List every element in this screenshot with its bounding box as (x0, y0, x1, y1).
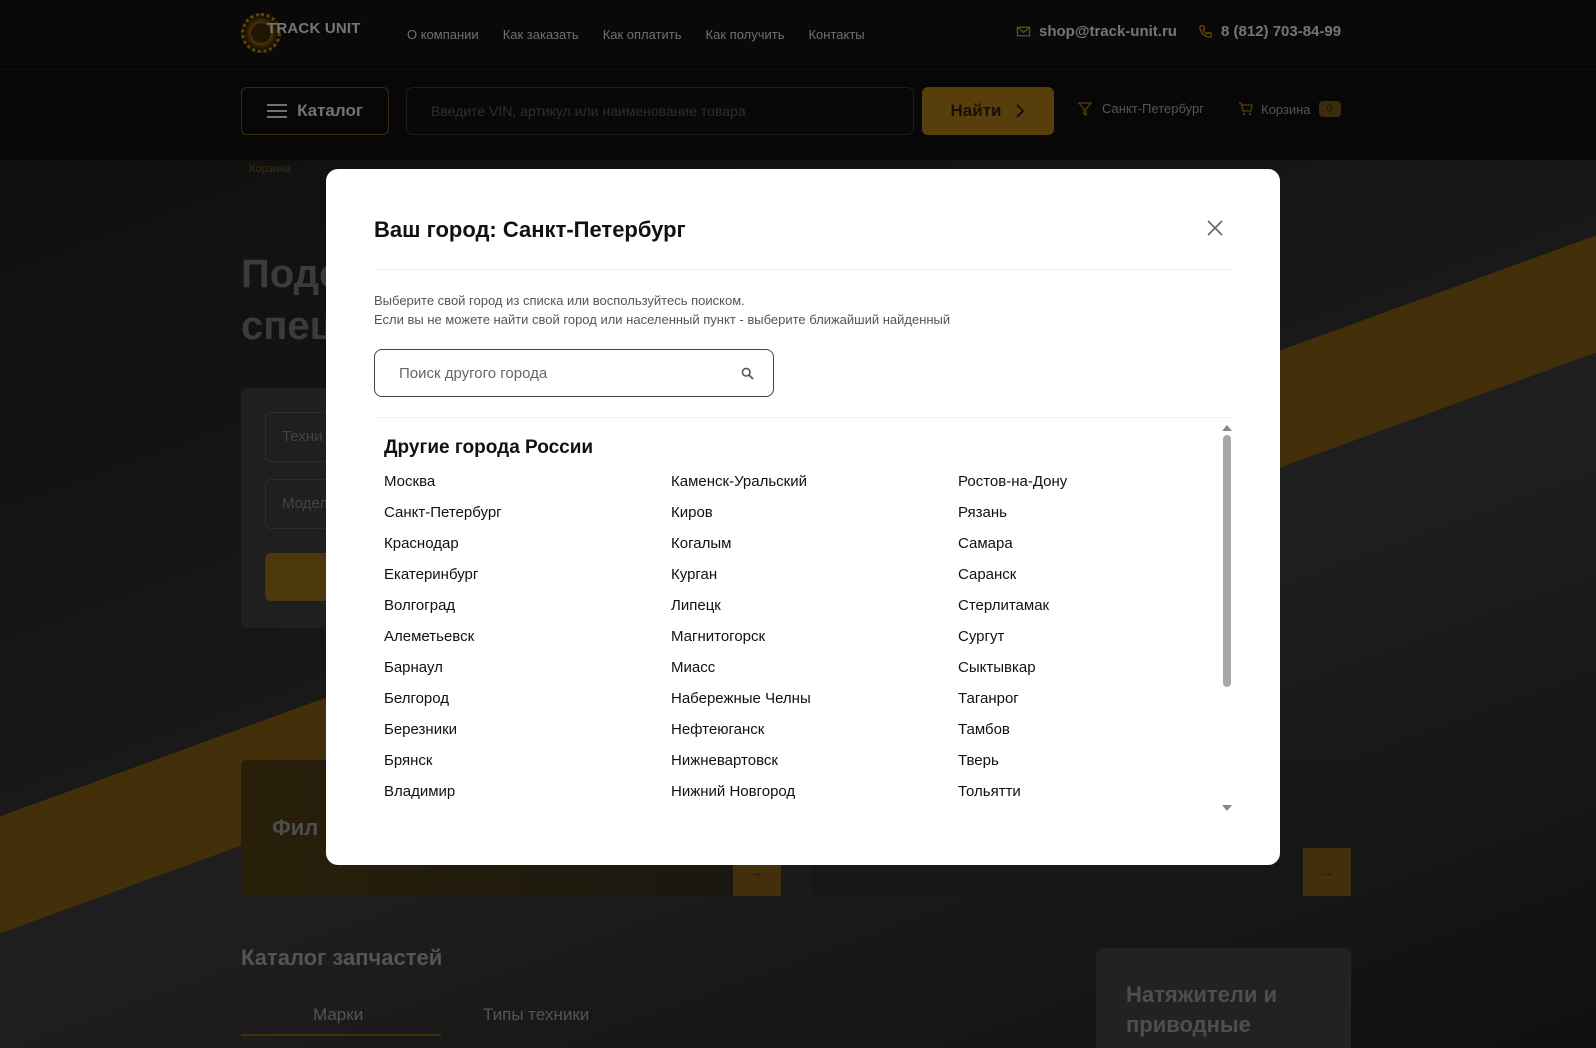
divider (374, 417, 1232, 418)
city-item[interactable]: Березники (384, 720, 654, 751)
city-column: Каменск-Уральский Киров Когалым Курган Липец… (671, 472, 941, 811)
modal-title: Ваш город: Санкт-Петербург (374, 217, 686, 242)
city-item[interactable]: Набережные Челны (671, 689, 941, 720)
city-select-modal: Ваш город: Санкт-Петербург Выберите свой… (326, 169, 1280, 865)
city-item[interactable]: Миасс (671, 658, 941, 689)
city-search-box (374, 349, 774, 397)
city-item[interactable]: Краснодар (384, 534, 654, 565)
city-item[interactable]: Тольятти (958, 782, 1228, 811)
city-item[interactable]: Нижний Новгород (671, 782, 941, 811)
city-item[interactable]: Каменск-Уральский (671, 472, 941, 503)
city-item[interactable]: Самара (958, 534, 1228, 565)
city-item[interactable]: Таганрог (958, 689, 1228, 720)
scroll-down-arrow-icon[interactable] (1222, 805, 1232, 811)
city-search-input[interactable] (375, 350, 735, 396)
city-list[interactable]: Другие города России Москва Санкт-Петербу… (374, 421, 1242, 811)
hint-line: Если вы не можете найти свой город или н… (374, 312, 951, 327)
city-item[interactable]: Рязань (958, 503, 1228, 534)
city-item[interactable]: Тверь (958, 751, 1228, 782)
city-item[interactable]: Сургут (958, 627, 1228, 658)
city-item[interactable]: Барнаул (384, 658, 654, 689)
city-item[interactable]: Саранск (958, 565, 1228, 596)
close-button[interactable] (1206, 219, 1224, 237)
city-item[interactable]: Екатеринбург (384, 565, 654, 596)
close-icon (1207, 220, 1223, 236)
city-item[interactable]: Нефтеюганск (671, 720, 941, 751)
city-item[interactable]: Владимир (384, 782, 654, 811)
city-item[interactable]: Стерлитамак (958, 596, 1228, 627)
city-item[interactable]: Липецк (671, 596, 941, 627)
city-column: Москва Санкт-Петербург Краснодар Екатеринбу… (384, 472, 654, 811)
city-item[interactable]: Москва (384, 472, 654, 503)
city-item[interactable]: Алеметьевск (384, 627, 654, 658)
city-item[interactable]: Нижневартовск (671, 751, 941, 782)
search-icon[interactable] (741, 367, 754, 380)
scroll-up-arrow-icon[interactable] (1222, 425, 1232, 431)
scrollbar[interactable] (1223, 435, 1231, 801)
city-item[interactable]: Брянск (384, 751, 654, 782)
city-item[interactable]: Волгоград (384, 596, 654, 627)
city-item[interactable]: Сыктывкар (958, 658, 1228, 689)
city-item[interactable]: Киров (671, 503, 941, 534)
city-item[interactable]: Санкт-Петербург (384, 503, 654, 534)
city-item[interactable]: Ростов-на-Дону (958, 472, 1228, 503)
divider (374, 269, 1232, 270)
city-item[interactable]: Тамбов (958, 720, 1228, 751)
modal-hint: Выберите свой город из списка или воспол… (374, 291, 950, 329)
city-item[interactable]: Белгород (384, 689, 654, 720)
city-list-heading: Другие города России (384, 437, 594, 458)
city-item[interactable]: Курган (671, 565, 941, 596)
city-item[interactable]: Магнитогорск (671, 627, 941, 658)
city-column: Ростов-на-Дону Рязань Самара Саранск Стерлит… (958, 472, 1228, 811)
hint-line: Выберите свой город из списка или воспол… (374, 293, 745, 308)
city-item[interactable]: Когалым (671, 534, 941, 565)
scrollbar-thumb[interactable] (1223, 435, 1231, 687)
